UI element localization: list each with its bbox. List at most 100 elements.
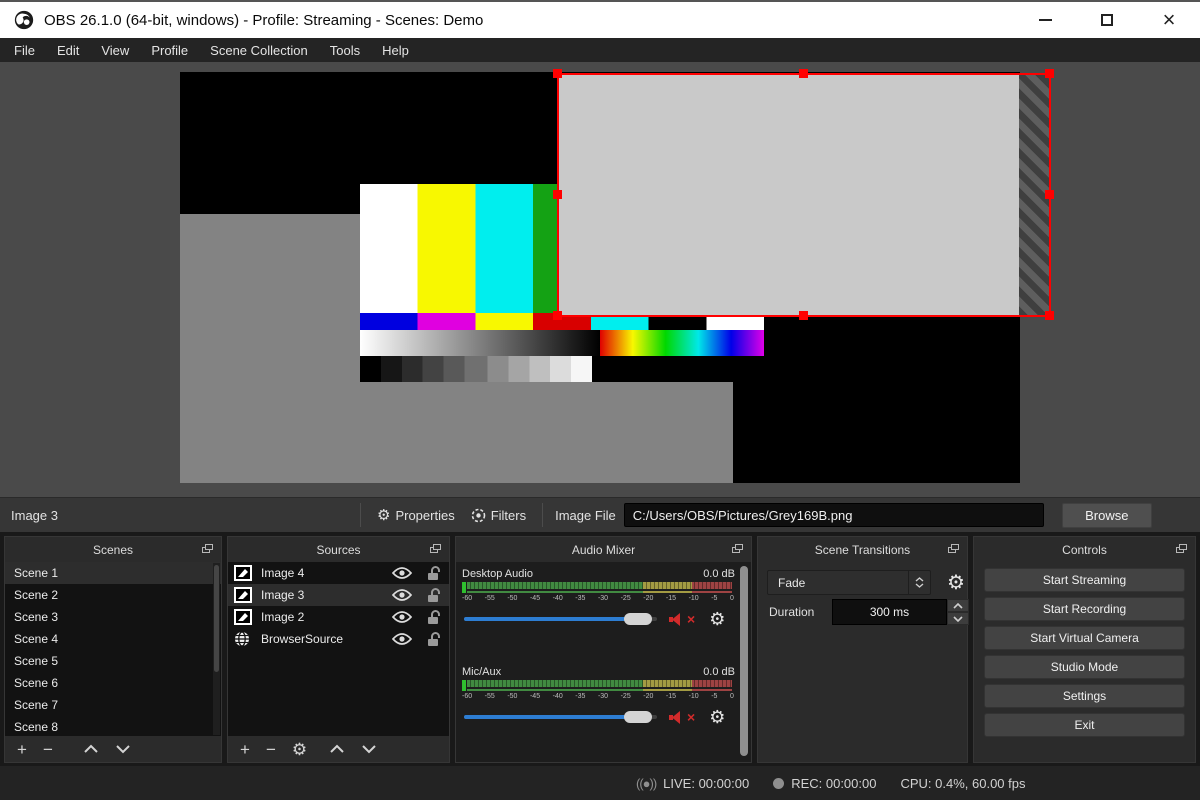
preview-canvas[interactable]	[0, 62, 1200, 497]
unlock-icon[interactable]	[419, 609, 449, 625]
popout-icon[interactable]	[202, 544, 213, 553]
scene-list-item[interactable]: Scene 8	[5, 716, 221, 736]
menu-file[interactable]: File	[3, 40, 46, 61]
remove-source-button[interactable]: −	[266, 741, 276, 758]
scene-list-item[interactable]: Scene 4	[5, 628, 221, 650]
settings-button[interactable]: Settings	[984, 684, 1185, 708]
duration-increase-button[interactable]	[947, 599, 969, 612]
source-list-item[interactable]: Image 2	[228, 606, 449, 628]
scene-transitions-header[interactable]: Scene Transitions	[758, 537, 967, 562]
maximize-button[interactable]	[1076, 2, 1138, 38]
scene-up-button[interactable]	[83, 744, 99, 754]
scenes-scrollbar[interactable]	[213, 563, 220, 735]
start-virtual-camera-button[interactable]: Start Virtual Camera	[984, 626, 1185, 650]
source-properties-button[interactable]: ⚙	[292, 741, 307, 758]
gear-icon: ⚙	[377, 506, 391, 524]
preview-selected-source[interactable]	[559, 75, 1050, 316]
mute-button[interactable]: ×	[668, 611, 695, 627]
title-bar[interactable]: OBS 26.1.0 (64-bit, windows) - Profile: …	[0, 0, 1200, 38]
channel-level-db: 0.0 dB	[703, 568, 735, 580]
scene-list-item[interactable]: Scene 7	[5, 694, 221, 716]
volume-slider[interactable]	[464, 711, 657, 723]
scene-list-item[interactable]: Scene 3	[5, 606, 221, 628]
menu-view[interactable]: View	[90, 40, 140, 61]
minimize-button[interactable]	[1014, 2, 1076, 38]
controls-panel: Controls Start Streaming Start Recording…	[973, 536, 1196, 763]
selection-handle-top-center[interactable]	[799, 69, 808, 78]
source-up-button[interactable]	[329, 744, 345, 754]
audio-mixer-header[interactable]: Audio Mixer	[456, 537, 751, 562]
preview-source-black-image[interactable]	[733, 316, 1020, 483]
selection-handle-bottom-left[interactable]	[553, 311, 562, 320]
add-source-button[interactable]: +	[240, 741, 250, 758]
minimize-icon	[1038, 19, 1052, 21]
scene-list-item[interactable]: Scene 6	[5, 672, 221, 694]
volume-slider[interactable]	[464, 613, 657, 625]
menu-profile[interactable]: Profile	[140, 40, 199, 61]
menu-edit[interactable]: Edit	[46, 40, 90, 61]
add-scene-button[interactable]: +	[17, 741, 27, 758]
close-button[interactable]: ×	[1138, 2, 1200, 38]
controls-header[interactable]: Controls	[974, 537, 1195, 562]
scene-list: Scene 1 Scene 2 Scene 3 Scene 4 Scene 5 …	[5, 562, 221, 736]
unlock-icon[interactable]	[419, 565, 449, 581]
start-recording-button[interactable]: Start Recording	[984, 597, 1185, 621]
popout-icon[interactable]	[732, 544, 743, 553]
selection-handle-top-left[interactable]	[553, 69, 562, 78]
gray-ramp	[360, 330, 600, 356]
start-streaming-button[interactable]: Start Streaming	[984, 568, 1185, 592]
properties-button[interactable]: ⚙ Properties	[369, 504, 463, 527]
selection-handle-mid-right[interactable]	[1045, 190, 1054, 199]
sources-header[interactable]: Sources	[228, 537, 449, 562]
source-down-button[interactable]	[361, 744, 377, 754]
scene-list-item[interactable]: Scene 2	[5, 584, 221, 606]
popout-icon[interactable]	[1176, 544, 1187, 553]
unlock-icon[interactable]	[419, 587, 449, 603]
duration-value[interactable]: 300 ms	[832, 599, 947, 625]
gray-steps	[360, 356, 592, 382]
mixer-scrollbar[interactable]	[740, 566, 748, 756]
visibility-eye-icon[interactable]	[385, 633, 419, 645]
live-time: LIVE: 00:00:00	[663, 775, 750, 791]
selected-source-body	[559, 75, 1019, 316]
filters-button[interactable]: Filters	[463, 504, 534, 527]
menu-scene-collection[interactable]: Scene Collection	[199, 40, 319, 61]
menu-help[interactable]: Help	[371, 40, 420, 61]
transition-settings-gear-icon[interactable]: ⚙	[942, 568, 970, 596]
studio-mode-button[interactable]: Studio Mode	[984, 655, 1185, 679]
duration-decrease-button[interactable]	[947, 612, 969, 625]
source-list-item[interactable]: Image 4	[228, 562, 449, 584]
channel-settings-gear-icon[interactable]: ⚙	[709, 610, 725, 628]
duration-spinner[interactable]: 300 ms	[832, 599, 969, 625]
channel-settings-gear-icon[interactable]: ⚙	[709, 708, 725, 726]
visibility-eye-icon[interactable]	[385, 611, 419, 623]
popout-icon[interactable]	[948, 544, 959, 553]
visibility-eye-icon[interactable]	[385, 567, 419, 579]
scene-list-item[interactable]: Scene 5	[5, 650, 221, 672]
mute-x-icon: ×	[687, 709, 696, 725]
volume-slider-knob[interactable]	[624, 613, 652, 625]
scene-down-button[interactable]	[115, 744, 131, 754]
selection-handle-bottom-center[interactable]	[799, 311, 808, 320]
remove-scene-button[interactable]: −	[43, 741, 53, 758]
audio-mixer-panel: Audio Mixer Desktop Audio 0.0 dB -60 -55-…	[455, 536, 752, 763]
unlock-icon[interactable]	[419, 631, 449, 647]
volume-slider-knob[interactable]	[624, 711, 652, 723]
source-toolbar: Image 3 ⚙ Properties Filters Image File …	[0, 497, 1200, 532]
visibility-eye-icon[interactable]	[385, 589, 419, 601]
selection-handle-mid-left[interactable]	[553, 190, 562, 199]
popout-icon[interactable]	[430, 544, 441, 553]
source-list-item[interactable]: Image 3	[228, 584, 449, 606]
scenes-header[interactable]: Scenes	[5, 537, 221, 562]
menu-tools[interactable]: Tools	[319, 40, 371, 61]
scene-list-item[interactable]: Scene 1	[5, 562, 221, 584]
exit-button[interactable]: Exit	[984, 713, 1185, 737]
mute-button[interactable]: ×	[668, 709, 695, 725]
source-list-item[interactable]: BrowserSource	[228, 628, 449, 650]
selection-handle-bottom-right[interactable]	[1045, 311, 1054, 320]
image-file-input[interactable]	[623, 503, 1044, 527]
transition-select[interactable]: Fade	[767, 570, 931, 595]
browse-button[interactable]: Browse	[1061, 502, 1152, 528]
selection-handle-top-right[interactable]	[1045, 69, 1054, 78]
meter-scale: -60 -55 -50 -45 -40 -35 -30 -25 -20 -15 -10 -5 0	[462, 595, 734, 602]
